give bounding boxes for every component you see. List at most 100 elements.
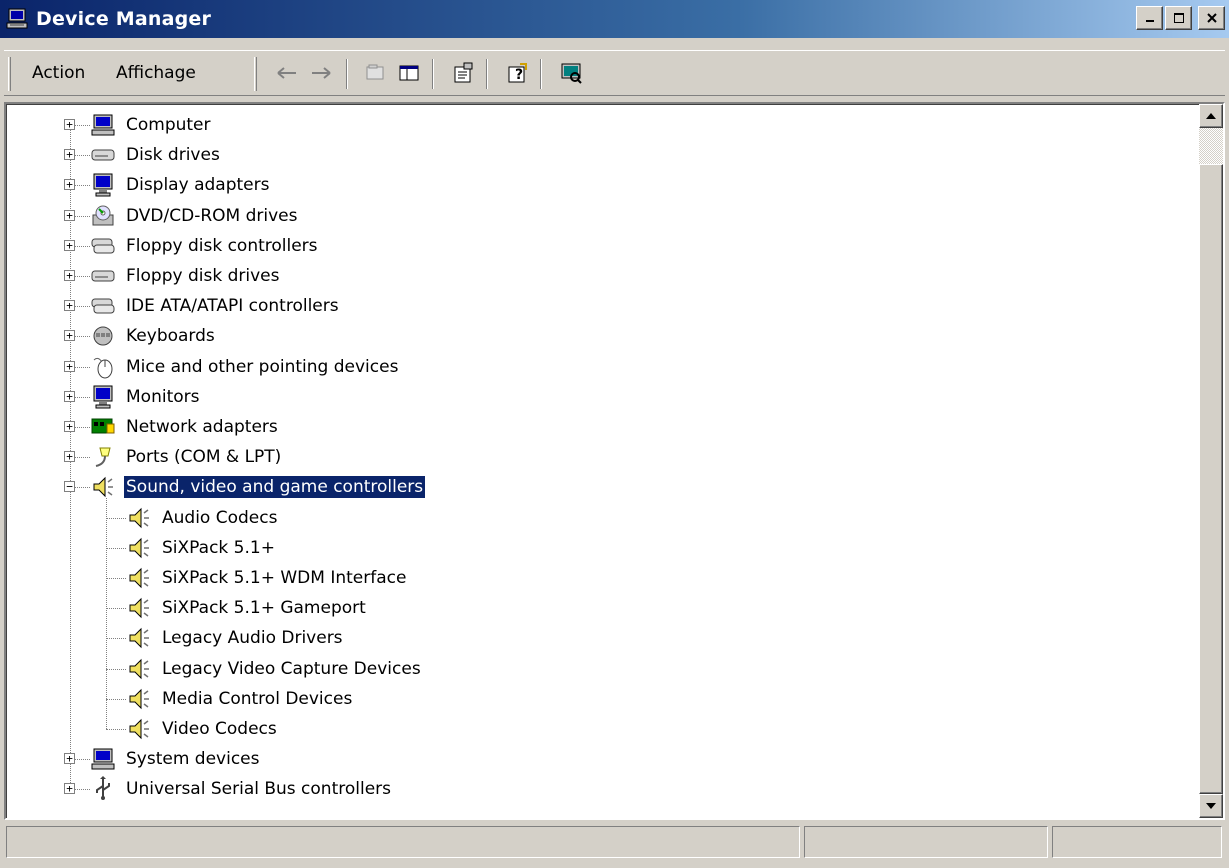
tree-item-label[interactable]: Computer [124, 114, 213, 136]
scroll-up-button[interactable] [1199, 104, 1223, 128]
tree-item-label[interactable]: Disk drives [124, 144, 222, 166]
tree-item-label[interactable]: Keyboards [124, 325, 217, 347]
expand-toggle[interactable]: + [64, 451, 75, 463]
tree-child-label[interactable]: Legacy Audio Drivers [160, 627, 345, 649]
expand-toggle[interactable]: + [64, 179, 75, 191]
tree-item-disk-drives[interactable]: + Disk drives [6, 140, 1186, 170]
help-icon: ? [508, 63, 527, 83]
properties-button[interactable] [450, 60, 476, 86]
tree-connector [75, 487, 90, 489]
show-hide-console-tree-button[interactable] [396, 60, 422, 86]
speaker-icon [129, 567, 149, 589]
back-button[interactable] [274, 60, 300, 86]
tree-item-monitors[interactable]: + Monitors [6, 382, 1186, 412]
expand-toggle[interactable]: + [64, 421, 75, 432]
tree-item-network-adapters[interactable]: + Network adapters [6, 412, 1186, 442]
tree-item-sound-video-and-game-controllers[interactable]: − Sound, video and game controllers [6, 472, 1186, 502]
tree-child-label[interactable]: SiXPack 5.1+ [160, 537, 277, 559]
tree-item-mice-and-other-pointing-devices[interactable]: + Mice and other pointing devices [6, 352, 1186, 382]
tree-child-label[interactable]: SiXPack 5.1+ Gameport [160, 597, 368, 619]
tree-item-ide-ata-atapi-controllers[interactable]: + IDE ATA/ATAPI controllers [6, 291, 1186, 321]
tree-connector [106, 517, 126, 519]
up-button[interactable] [362, 60, 388, 86]
arrow-down-icon [1206, 803, 1216, 809]
controller-icon [91, 238, 115, 254]
tree-item-label[interactable]: Display adapters [124, 174, 271, 196]
scroll-down-button[interactable] [1199, 794, 1223, 818]
tree-child-label[interactable]: Media Control Devices [160, 688, 354, 710]
expand-toggle[interactable]: + [64, 330, 75, 342]
title-bar[interactable]: Device Manager [0, 0, 1229, 38]
tree-item-label[interactable]: Floppy disk controllers [124, 235, 320, 257]
tree-item-keyboards[interactable]: + Keyboards [6, 321, 1186, 351]
tree-child-video-codecs[interactable]: Video Codecs [6, 714, 1186, 744]
tree-child-label[interactable]: Video Codecs [160, 718, 279, 740]
tree-item-dvd-cd-rom-drives[interactable]: + DVD/CD-ROM drives [6, 201, 1186, 231]
tree-child-legacy-video-capture-devices[interactable]: Legacy Video Capture Devices [6, 654, 1186, 684]
tree-child-label[interactable]: SiXPack 5.1+ WDM Interface [160, 567, 408, 589]
tree-child-audio-codecs[interactable]: Audio Codecs [6, 503, 1186, 533]
scan-hardware-button[interactable] [558, 60, 584, 86]
vertical-scrollbar[interactable] [1199, 104, 1223, 818]
tree-item-label[interactable]: Universal Serial Bus controllers [124, 778, 393, 800]
expand-toggle[interactable]: + [64, 239, 75, 251]
tree-child-sixpack-5-1[interactable]: SiXPack 5.1+ [6, 533, 1186, 563]
tree-child-sixpack-5-1-wdm-interface[interactable]: SiXPack 5.1+ WDM Interface [6, 563, 1186, 593]
forward-icon [312, 67, 331, 79]
expand-toggle[interactable]: + [64, 360, 75, 372]
tree-child-legacy-audio-drivers[interactable]: Legacy Audio Drivers [6, 623, 1186, 653]
menu-action[interactable]: Action [32, 63, 85, 83]
tree-item-label[interactable]: Ports (COM & LPT) [124, 446, 283, 468]
tree-child-media-control-devices[interactable]: Media Control Devices [6, 684, 1186, 714]
tree-child-sixpack-5-1-gameport[interactable]: SiXPack 5.1+ Gameport [6, 593, 1186, 623]
tree-connector [75, 336, 90, 338]
tree-item-universal-serial-bus-controllers[interactable]: + Universal Serial Bus controllers [6, 774, 1186, 804]
tree-item-computer[interactable]: + Computer [6, 110, 1186, 140]
menu-view[interactable]: Affichage [116, 63, 196, 83]
forward-button[interactable] [308, 60, 334, 86]
tree-item-floppy-disk-drives[interactable]: + Floppy disk drives [6, 261, 1186, 291]
toolbar-separator [486, 59, 488, 89]
tree-item-ports-com-lpt[interactable]: + Ports (COM & LPT) [6, 442, 1186, 472]
menu-toolbar: Action Affichage ? [4, 50, 1225, 96]
tree-connector [106, 638, 126, 640]
tree-connector [75, 396, 90, 398]
tree-item-label[interactable]: DVD/CD-ROM drives [124, 205, 299, 227]
minimize-icon [1145, 20, 1154, 22]
expand-toggle[interactable]: + [64, 300, 75, 312]
speaker-icon [129, 597, 149, 619]
expand-toggle[interactable]: + [64, 270, 75, 281]
expand-toggle[interactable]: + [64, 753, 75, 765]
tree-child-label[interactable]: Audio Codecs [160, 507, 279, 529]
tree-item-label[interactable]: Monitors [124, 386, 201, 408]
tree-item-label[interactable]: Sound, video and game controllers [122, 475, 427, 500]
expand-toggle[interactable]: + [64, 149, 75, 161]
window-title: Device Manager [36, 8, 212, 30]
tree-item-label[interactable]: Mice and other pointing devices [124, 356, 400, 378]
tree-item-label[interactable]: System devices [124, 748, 262, 770]
close-button[interactable] [1198, 6, 1225, 30]
disk-drive-icon [91, 149, 115, 161]
maximize-button[interactable] [1165, 6, 1192, 30]
collapse-toggle[interactable]: − [64, 481, 75, 493]
tree-item-floppy-disk-controllers[interactable]: + Floppy disk controllers [6, 231, 1186, 261]
menu-grip[interactable] [8, 57, 11, 91]
tree-connector [75, 245, 90, 247]
expand-toggle[interactable]: + [64, 209, 75, 221]
tree-item-label[interactable]: IDE ATA/ATAPI controllers [124, 295, 341, 317]
tree-connector [106, 608, 126, 610]
expand-toggle[interactable]: + [64, 783, 75, 795]
scroll-thumb[interactable] [1199, 164, 1223, 794]
expand-toggle[interactable]: + [64, 119, 75, 130]
help-button[interactable]: ? [504, 60, 530, 86]
device-tree[interactable]: + Computer + Disk drives + Display adapters + D… [4, 102, 1225, 820]
tree-item-label[interactable]: Floppy disk drives [124, 265, 281, 287]
tree-child-label[interactable]: Legacy Video Capture Devices [160, 658, 423, 680]
minimize-button[interactable] [1136, 6, 1163, 30]
tree-item-system-devices[interactable]: + System devices [6, 744, 1186, 774]
tree-item-label[interactable]: Network adapters [124, 416, 280, 438]
tree-item-display-adapters[interactable]: + Display adapters [6, 170, 1186, 200]
toolbar-grip[interactable] [254, 57, 257, 91]
expand-toggle[interactable]: + [64, 390, 75, 402]
speaker-icon [129, 507, 149, 528]
